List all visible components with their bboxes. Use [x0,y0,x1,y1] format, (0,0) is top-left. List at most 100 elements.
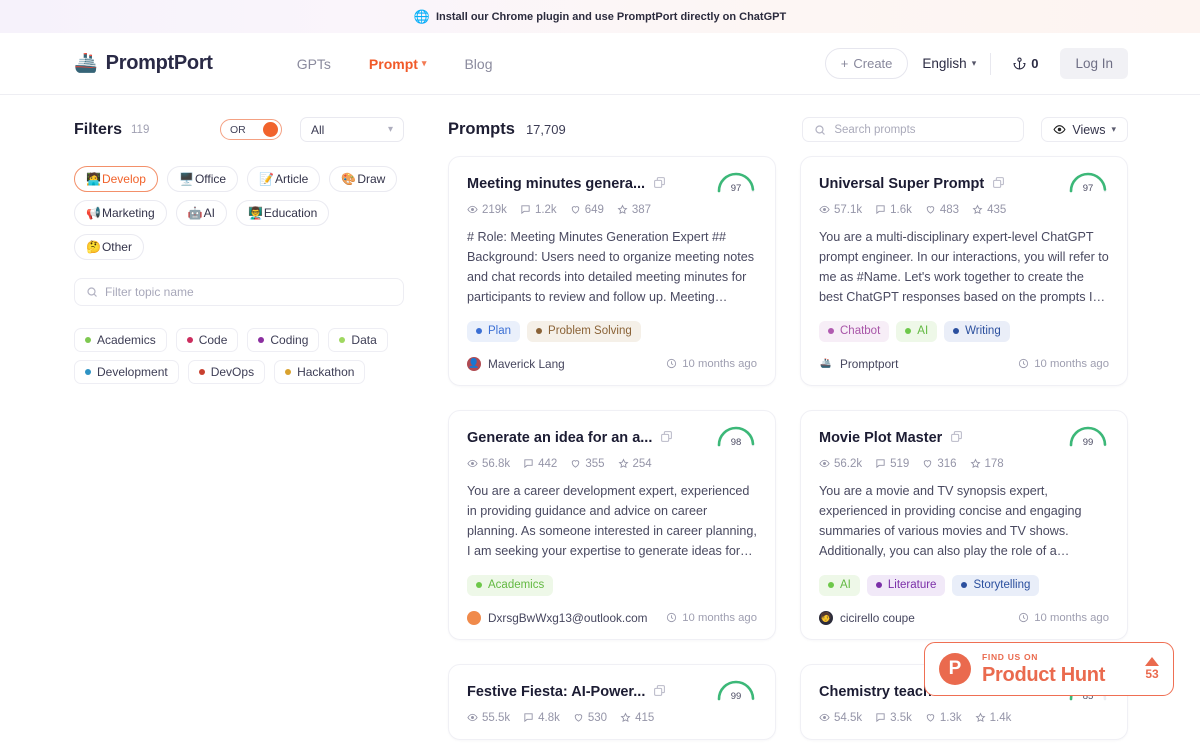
topic-tag-academics[interactable]: Academics [74,328,167,352]
search-input[interactable]: Search prompts [802,117,1024,142]
stars-value: 254 [633,458,652,470]
header-actions: + Create English ▾ 0 Log In [825,48,1128,79]
category-chip-draw[interactable]: 🎨Draw [329,166,397,192]
comments-value: 519 [890,458,909,470]
topic-tag-hackathon[interactable]: Hackathon [274,360,365,384]
stars-value: 435 [987,204,1006,216]
topic-tag-data[interactable]: Data [328,328,387,352]
prompt-card[interactable]: Movie Plot Master9956.2k519316178You are… [800,410,1128,640]
triangle-up-icon [1145,657,1159,666]
card-footer: DxrsgBwWxg13@outlook.com10 months ago [467,611,757,625]
tag-label: Plan [488,325,511,337]
main-nav: GPTs Prompt ▾ Blog [297,56,493,72]
prompt-tag[interactable]: Academics [467,575,553,596]
comments-value: 4.8k [538,712,560,724]
tag-label: Writing [965,325,1001,337]
prompt-tag[interactable]: Writing [944,321,1010,342]
nav-item-blog[interactable]: Blog [464,56,492,72]
tag-color-dot [905,328,911,334]
clock-icon [1018,358,1029,369]
anchor-icon [1013,57,1026,70]
tag-label: Chatbot [840,325,880,337]
copy-icon[interactable] [660,430,673,443]
prompt-tag-list: Academics [467,575,757,596]
star-icon [975,712,986,723]
stat-comments: 1.2k [520,204,557,216]
login-button[interactable]: Log In [1060,48,1128,79]
stars-value: 178 [985,458,1004,470]
topic-tag-code[interactable]: Code [176,328,239,352]
tag-label: Academics [488,579,544,591]
plus-icon: + [841,56,849,71]
filters-header: Filters 119 OR All ▾ [74,117,404,142]
product-hunt-upvote[interactable]: 53 [1145,657,1159,681]
prompt-card[interactable]: Universal Super Prompt9757.1k1.6k483435Y… [800,156,1128,386]
copy-prompt-button[interactable] [660,430,673,443]
prompt-tag[interactable]: Storytelling [952,575,1039,596]
score-value: 97 [1065,183,1111,194]
prompt-tag[interactable]: Chatbot [819,321,889,342]
brand-logo[interactable]: 🚢 PromptPort [74,52,213,75]
copy-icon[interactable] [653,176,666,189]
create-label: Create [853,56,892,71]
category-chip-education[interactable]: 👨‍🏫Education [236,200,329,226]
category-chip-marketing[interactable]: 📢Marketing [74,200,167,226]
chrome-plugin-banner[interactable]: 🌐 Install our Chrome plugin and use Prom… [0,0,1200,33]
product-hunt-logo-icon: P [939,653,971,685]
category-label: Office [195,172,226,186]
stat-likes: 1.3k [925,712,962,724]
stat-comments: 1.6k [875,204,912,216]
category-chip-article[interactable]: 📝Article [247,166,320,192]
toggle-knob [263,122,278,137]
nav-item-gpts[interactable]: GPTs [297,56,331,72]
prompt-tag-list: AI Literature Storytelling [819,575,1109,596]
prompt-author[interactable]: DxrsgBwWxg13@outlook.com [467,611,648,625]
topic-label: Code [199,333,228,347]
author-name: Promptport [840,357,898,371]
chrome-icon: 🌐 [414,10,430,23]
topic-label: Academics [97,333,156,347]
prompt-tag[interactable]: AI [896,321,937,342]
topic-label: Development [97,365,168,379]
prompt-stats: 54.5k3.5k1.3k1.4k [819,712,1109,724]
prompt-tag[interactable]: Literature [867,575,946,596]
scope-select[interactable]: All ▾ [300,117,404,142]
nav-item-prompt[interactable]: Prompt ▾ [369,56,427,72]
topic-color-dot [199,369,205,375]
copy-prompt-button[interactable] [653,684,666,697]
copy-icon[interactable] [653,684,666,697]
topic-tag-coding[interactable]: Coding [247,328,319,352]
category-chip-other[interactable]: 🤔Other [74,234,144,260]
author-name: DxrsgBwWxg13@outlook.com [488,611,648,625]
prompt-author[interactable]: 🧑cicirello coupe [819,611,915,625]
topic-filter-input[interactable]: Filter topic name [74,278,404,306]
anchor-counter[interactable]: 0 [1005,52,1046,75]
star-icon [970,458,981,469]
prompt-author[interactable]: 👤Maverick Lang [467,357,565,371]
prompt-tag[interactable]: Problem Solving [527,321,641,342]
copy-prompt-button[interactable] [653,176,666,189]
stat-stars: 435 [972,204,1006,216]
prompt-card[interactable]: Meeting minutes genera...97219k1.2k64938… [448,156,776,386]
prompt-author[interactable]: 🚢Promptport [819,357,898,371]
copy-icon[interactable] [950,430,963,443]
prompt-tag[interactable]: Plan [467,321,520,342]
prompt-title: Generate an idea for an a... [467,429,652,448]
create-button[interactable]: + Create [825,48,909,79]
prompt-tag[interactable]: AI [819,575,860,596]
language-selector[interactable]: English ▾ [922,56,976,71]
sort-views-dropdown[interactable]: Views ▾ [1041,117,1128,142]
topic-tag-devops[interactable]: DevOps [188,360,265,384]
copy-prompt-button[interactable] [950,430,963,443]
logic-or-toggle[interactable]: OR [220,119,282,140]
product-hunt-badge[interactable]: P FIND US ON Product Hunt 53 [924,642,1174,696]
copy-prompt-button[interactable] [992,176,1005,189]
category-chip-office[interactable]: 🖥️Office [167,166,238,192]
category-chip-develop[interactable]: 🧑‍💻Develop [74,166,158,192]
category-label: Draw [357,172,385,186]
prompt-card[interactable]: Generate an idea for an a...9856.8k44235… [448,410,776,640]
category-chip-ai[interactable]: 🤖AI [176,200,227,226]
copy-icon[interactable] [992,176,1005,189]
prompt-card[interactable]: Festive Fiesta: AI-Power...9955.5k4.8k53… [448,664,776,740]
topic-tag-development[interactable]: Development [74,360,179,384]
